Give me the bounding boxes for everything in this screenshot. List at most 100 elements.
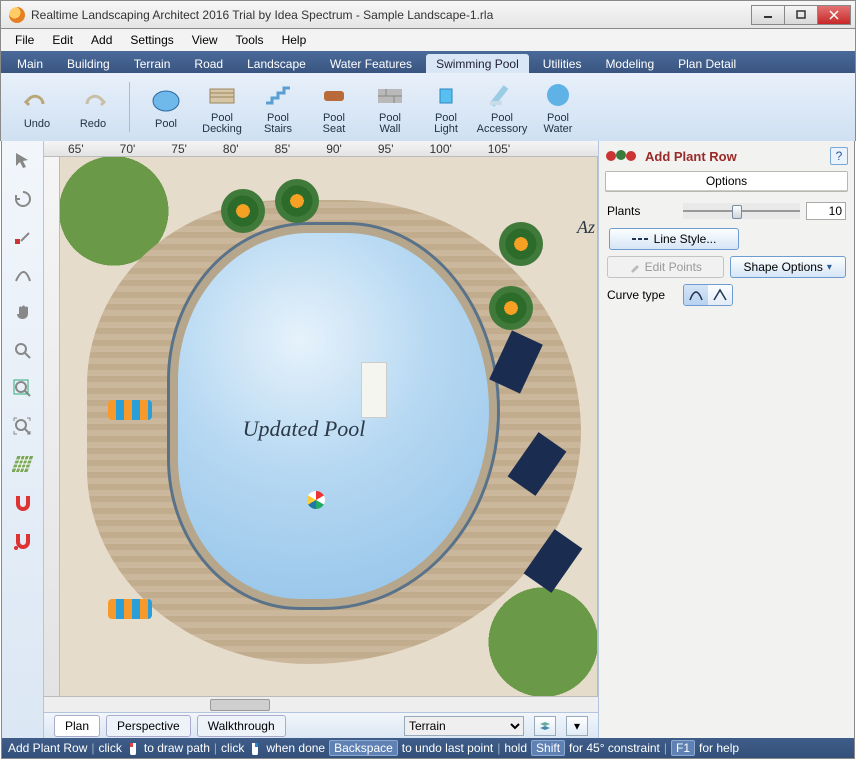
shape-options-button[interactable]: Shape Options▾ xyxy=(730,256,847,278)
statusbar: Add Plant Row | click to draw path | cli… xyxy=(1,738,855,759)
tab-modeling[interactable]: Modeling xyxy=(595,54,664,73)
pool-float-icon xyxy=(108,400,152,420)
zoom-tool[interactable] xyxy=(9,337,37,365)
view-plan[interactable]: Plan xyxy=(54,715,100,737)
design-canvas[interactable]: Updated Pool Az xyxy=(60,157,598,696)
corner-label: Az xyxy=(577,217,595,238)
tab-landscape[interactable]: Landscape xyxy=(237,54,316,73)
snap-object-tool[interactable] xyxy=(9,527,37,555)
menu-settings[interactable]: Settings xyxy=(122,31,181,49)
redo-button[interactable]: Redo xyxy=(67,85,119,130)
plants-slider[interactable] xyxy=(683,203,800,219)
ribbon-separator xyxy=(129,82,130,132)
pool-light-button[interactable]: Pool Light xyxy=(420,79,472,135)
maximize-button[interactable] xyxy=(784,5,818,25)
plants-label: Plants xyxy=(607,204,677,218)
pool-water-icon xyxy=(542,79,574,111)
pool-wall-button[interactable]: Pool Wall xyxy=(364,79,416,135)
curve-sharp-option[interactable] xyxy=(708,285,732,305)
menu-edit[interactable]: Edit xyxy=(44,31,81,49)
ribbon: Undo Redo Pool Pool Decking Pool Stairs … xyxy=(0,73,856,141)
rotate-tool[interactable] xyxy=(9,185,37,213)
undo-button[interactable]: Undo xyxy=(11,85,63,130)
move-point-tool[interactable] xyxy=(9,223,37,251)
curve-tool[interactable] xyxy=(9,261,37,289)
properties-panel: Add Plant Row ? Options Plants Line Styl… xyxy=(598,141,854,738)
snap-tool[interactable] xyxy=(9,489,37,517)
canvas-column: 65' 70' 75' 80' 85' 90' 95' 100' 105' xyxy=(44,141,598,738)
scrollbar-horizontal[interactable] xyxy=(44,696,598,712)
zoom-selection-tool[interactable] xyxy=(9,413,37,441)
pool-accessory-button[interactable]: Pool Accessory xyxy=(476,79,528,135)
left-toolbar xyxy=(2,141,44,738)
pool-decking-icon xyxy=(206,79,238,111)
line-style-icon xyxy=(632,235,650,243)
view-walkthrough[interactable]: Walkthrough xyxy=(197,715,286,737)
curve-type-label: Curve type xyxy=(607,288,677,302)
layer-select[interactable]: Terrain xyxy=(404,716,524,736)
options-header: Options xyxy=(606,172,847,191)
panel-title: Add Plant Row xyxy=(645,149,824,164)
pool-accessory-icon xyxy=(486,79,518,111)
pool-water-button[interactable]: Pool Water xyxy=(532,79,584,135)
options-section: Options xyxy=(605,171,848,192)
menu-help[interactable]: Help xyxy=(274,31,315,49)
window-title: Realtime Landscaping Architect 2016 Tria… xyxy=(31,8,752,22)
tab-utilities[interactable]: Utilities xyxy=(533,54,592,73)
workarea: 65' 70' 75' 80' 85' 90' 95' 100' 105' xyxy=(1,141,855,738)
minimize-button[interactable] xyxy=(751,5,785,25)
window-controls xyxy=(752,5,851,25)
slider-thumb[interactable] xyxy=(732,205,742,219)
pan-tool[interactable] xyxy=(9,299,37,327)
menubar: File Edit Add Settings View Tools Help xyxy=(0,29,856,51)
backspace-key: Backspace xyxy=(329,740,398,756)
pool-decking-button[interactable]: Pool Decking xyxy=(196,79,248,135)
curve-type-row: Curve type xyxy=(605,280,848,310)
zoom-extents-tool[interactable] xyxy=(9,375,37,403)
tab-swimming-pool[interactable]: Swimming Pool xyxy=(426,54,529,73)
pool-label: Updated Pool xyxy=(243,416,366,442)
f1-key: F1 xyxy=(671,740,695,756)
pool-stairs-button[interactable]: Pool Stairs xyxy=(252,79,304,135)
pool-stairs-icon xyxy=(262,79,294,111)
scroll-thumb[interactable] xyxy=(210,699,270,711)
menu-tools[interactable]: Tools xyxy=(228,31,272,49)
pool-button[interactable]: Pool xyxy=(140,85,192,130)
line-style-button[interactable]: Line Style... xyxy=(609,228,739,250)
pool-float-icon xyxy=(108,599,152,619)
ruler-horizontal: 65' 70' 75' 80' 85' 90' 95' 100' 105' xyxy=(44,141,598,157)
titlebar: Realtime Landscaping Architect 2016 Tria… xyxy=(0,0,856,29)
tab-terrain[interactable]: Terrain xyxy=(124,54,181,73)
close-button[interactable] xyxy=(817,5,851,25)
select-tool[interactable] xyxy=(9,147,37,175)
layers-icon-button[interactable] xyxy=(534,716,556,736)
tab-main[interactable]: Main xyxy=(7,54,53,73)
curve-smooth-option[interactable] xyxy=(684,285,708,305)
pool-light-icon xyxy=(430,79,462,111)
pool-seat-button[interactable]: Pool Seat xyxy=(308,79,360,135)
tab-water-features[interactable]: Water Features xyxy=(320,54,422,73)
mouse-left-icon xyxy=(126,741,140,755)
tab-building[interactable]: Building xyxy=(57,54,120,73)
chevron-down-icon: ▾ xyxy=(827,262,832,273)
tab-road[interactable]: Road xyxy=(184,54,233,73)
app-icon xyxy=(9,7,25,23)
undo-icon xyxy=(21,85,53,117)
layer-dropdown-button[interactable]: ▾ xyxy=(566,716,588,736)
view-perspective[interactable]: Perspective xyxy=(106,715,191,737)
plant-icon xyxy=(275,179,319,223)
tab-plan-detail[interactable]: Plan Detail xyxy=(668,54,746,73)
redo-icon xyxy=(77,85,109,117)
curve-type-toggle xyxy=(683,284,733,306)
plant-icon xyxy=(499,222,543,266)
menu-add[interactable]: Add xyxy=(83,31,120,49)
plants-value-field[interactable] xyxy=(806,202,846,220)
pool-seat-icon xyxy=(318,79,350,111)
panel-help-button[interactable]: ? xyxy=(830,147,848,165)
edit-points-button: Edit Points xyxy=(607,256,724,278)
status-tool: Add Plant Row xyxy=(8,741,87,755)
mouse-right-icon xyxy=(248,741,262,755)
grid-tool[interactable] xyxy=(9,451,37,479)
menu-view[interactable]: View xyxy=(184,31,226,49)
menu-file[interactable]: File xyxy=(7,31,42,49)
